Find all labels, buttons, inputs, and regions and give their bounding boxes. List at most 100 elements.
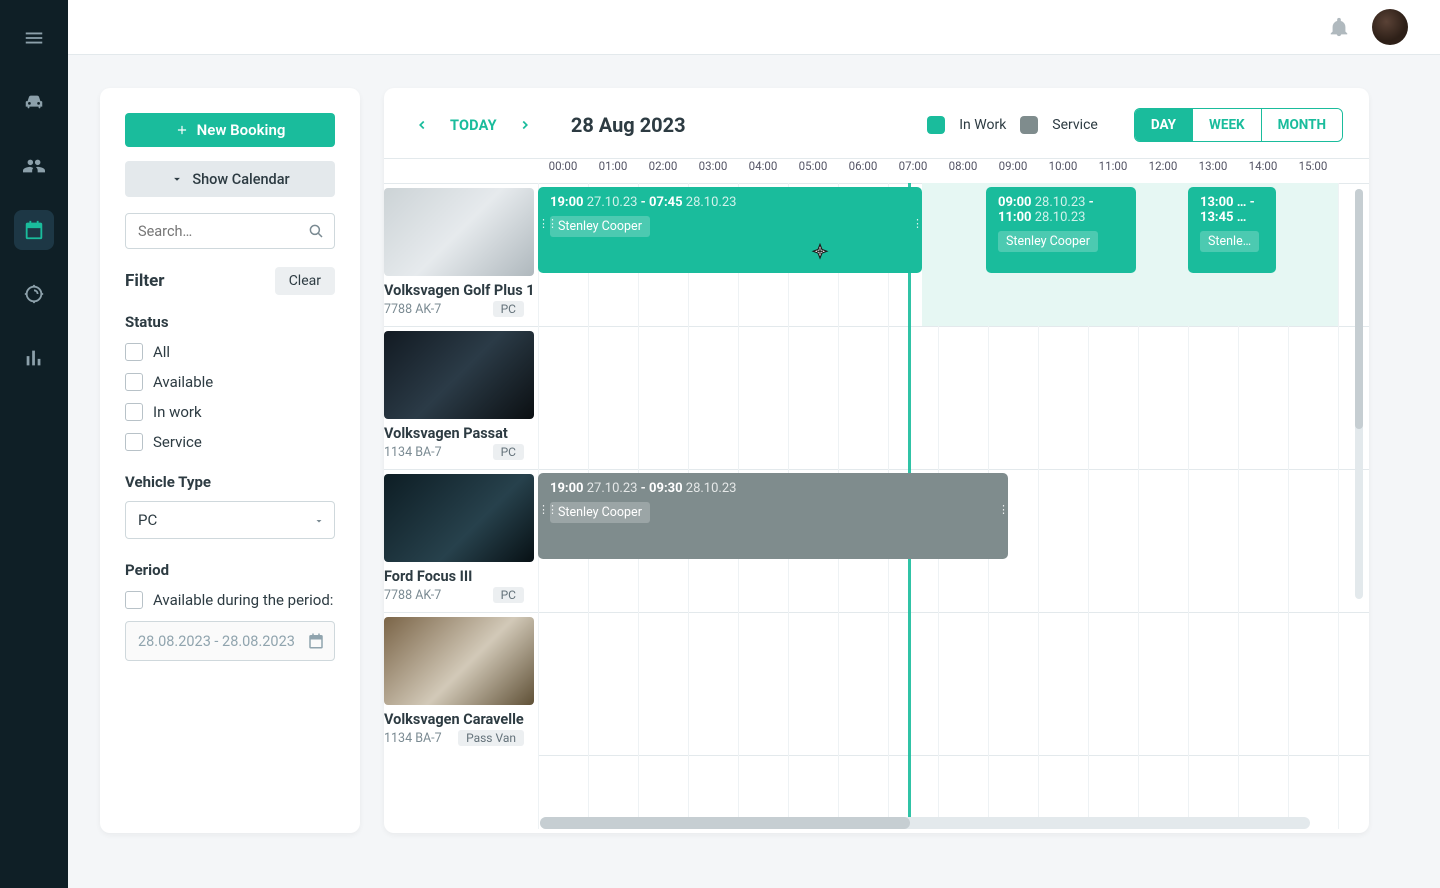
drag-handle-left[interactable]: ⋮⋮ [538,507,546,525]
chevron-right-icon [518,118,532,132]
bell-icon[interactable] [1328,16,1350,38]
target-icon[interactable] [14,274,54,314]
new-booking-label: New Booking [197,121,286,139]
timeline-area: 00:0001:0002:0003:0004:0005:0006:0007:00… [384,158,1369,829]
vehicle-plate: 1134 BA-7 [384,445,442,460]
checkbox-icon [125,403,143,421]
view-week-button[interactable]: WEEK [1192,109,1261,141]
time-label: 14:00 [1238,159,1288,183]
booking-customer: Stenley Cooper [550,216,650,237]
vehicle-type-badge: Pass Van [458,730,524,746]
time-label: 07:00 [888,159,938,183]
legend-service-label: Service [1052,117,1098,133]
vehicle-row: Volksvagen Golf Plus 17788 AK-7PC [384,183,538,326]
time-label: 06:00 [838,159,888,183]
drag-handle-right[interactable]: ⋮⋮ [998,507,1006,525]
schedule-panel: TODAY 28 Aug 2023 In Work Service DAY WE… [384,88,1369,833]
vertical-scroll-thumb[interactable] [1355,189,1363,429]
vehicle-type-badge: PC [493,587,524,603]
status-checkbox-in-work[interactable]: In work [125,403,335,421]
menu-icon[interactable] [14,18,54,58]
filter-title: Filter [125,271,165,291]
booking-customer: Stenley Cooper [998,231,1098,252]
chart-icon[interactable] [14,338,54,378]
booking-customer: Stenley Cooper [550,502,650,523]
time-label: 00:00 [538,159,588,183]
time-label: 11:00 [1088,159,1138,183]
search-icon [307,222,325,240]
vehicle-type-title: Vehicle Type [125,473,335,491]
booking-time: 09:00 28.10.23 - 11:00 28.10.23 [998,195,1124,225]
chevron-left-icon [415,118,429,132]
horizontal-scroll-thumb[interactable] [540,817,910,829]
period-checkbox-label: Available during the period: [153,591,333,609]
period-checkbox[interactable]: Available during the period: [125,591,335,609]
car-icon[interactable] [14,82,54,122]
service-swatch [1020,116,1038,134]
vehicle-image [384,331,534,419]
chevron-down-icon [313,515,325,527]
checkbox-icon [125,591,143,609]
today-button[interactable]: TODAY [450,117,497,134]
vehicle-image [384,617,534,705]
booking-time: 13:00 … - 13:45 … [1200,195,1264,225]
clear-button[interactable]: Clear [275,267,335,295]
vehicle-type-badge: PC [493,301,524,317]
schedule-header: TODAY 28 Aug 2023 In Work Service DAY WE… [384,88,1369,158]
date-title: 28 Aug 2023 [571,113,686,137]
vehicle-name: Volksvagen Passat [384,425,538,442]
horizontal-scrollbar[interactable] [540,817,1310,829]
vehicle-name: Volksvagen Caravelle [384,711,538,728]
status-label: Service [153,433,202,451]
booking-block[interactable]: 19:00 27.10.23 - 09:30 28.10.23 Stenley C… [538,473,1008,559]
status-label: In work [153,403,202,421]
vehicle-plate: 7788 AK-7 [384,588,441,603]
drag-handle-right[interactable]: ⋮⋮ [912,221,920,239]
booking-block[interactable]: 09:00 28.10.23 - 11:00 28.10.23 Stenley C… [986,187,1136,273]
view-month-button[interactable]: MONTH [1261,109,1342,141]
people-icon[interactable] [14,146,54,186]
show-calendar-button[interactable]: Show Calendar [125,161,335,197]
calendar-icon[interactable] [14,210,54,250]
booking-customer: Stenle… [1200,231,1259,252]
time-label: 08:00 [938,159,988,183]
filter-panel: New Booking Show Calendar Filter Clear S… [100,88,360,833]
avatar[interactable] [1372,9,1408,45]
chevron-down-icon [170,172,184,186]
status-title: Status [125,313,335,331]
time-label: 12:00 [1138,159,1188,183]
time-label: 02:00 [638,159,688,183]
side-nav [0,0,68,888]
next-day-button[interactable] [513,113,537,137]
booking-time: 19:00 27.10.23 - 07:45 28.10.23 [550,195,910,210]
vertical-scrollbar[interactable] [1355,189,1363,599]
vehicle-image [384,474,534,562]
checkbox-icon [125,343,143,361]
row-label-column: Volksvagen Golf Plus 17788 AK-7PCVolksva… [384,183,538,755]
checkbox-icon [125,433,143,451]
vehicle-type-select[interactable]: PC [125,501,335,539]
view-day-button[interactable]: DAY [1135,109,1192,141]
status-checkbox-service[interactable]: Service [125,433,335,451]
checkbox-icon [125,373,143,391]
booking-time: 19:00 27.10.23 - 09:30 28.10.23 [550,481,996,496]
timeline-grid[interactable]: 19:00 27.10.23 - 07:45 28.10.23 Stenley C… [538,183,1369,829]
vehicle-type-badge: PC [493,444,524,460]
search-input[interactable] [125,213,335,249]
vehicle-row: Ford Focus III7788 AK-7PC [384,469,538,612]
vehicle-row: Volksvagen Passat 1134 BA-7 PC [384,326,538,469]
drag-handle-left[interactable]: ⋮⋮ [538,221,546,239]
time-label: 13:00 [1188,159,1238,183]
period-date-input[interactable] [125,621,335,661]
time-label: 05:00 [788,159,838,183]
booking-block[interactable]: 19:00 27.10.23 - 07:45 28.10.23 Stenley C… [538,187,922,273]
vehicle-name: Volksvagen Golf Plus 1 [384,282,538,299]
status-checkbox-all[interactable]: All [125,343,335,361]
prev-day-button[interactable] [410,113,434,137]
new-booking-button[interactable]: New Booking [125,113,335,147]
booking-block[interactable]: 13:00 … - 13:45 … Stenle… [1188,187,1276,273]
status-checkbox-available[interactable]: Available [125,373,335,391]
inwork-swatch [927,116,945,134]
status-label: Available [153,373,213,391]
legend: In Work Service [927,116,1098,134]
